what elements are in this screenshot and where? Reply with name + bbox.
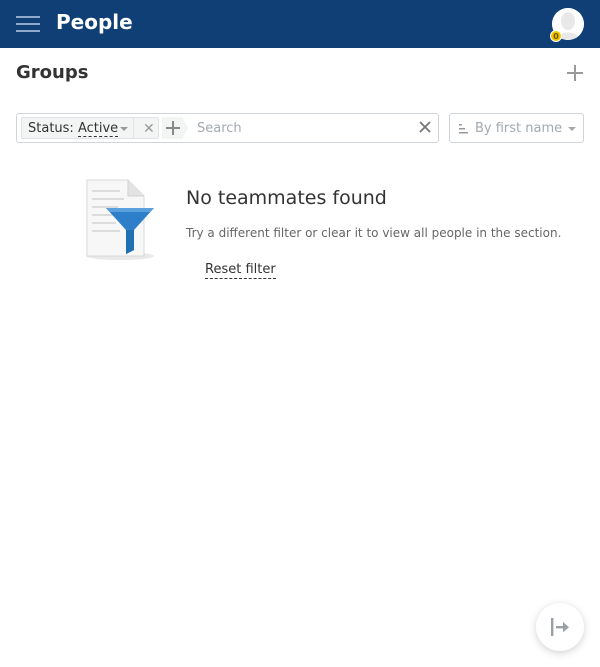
chip-label: Status: (28, 121, 74, 136)
chip-divider (133, 118, 134, 138)
sort-label: By first name (475, 121, 563, 136)
plus-icon (166, 121, 180, 135)
clear-search-button[interactable] (417, 119, 433, 135)
add-group-button[interactable] (566, 64, 584, 82)
section-title: Groups (16, 62, 89, 83)
logout-icon (551, 618, 569, 636)
close-icon (419, 121, 431, 133)
sort-icon (459, 124, 468, 134)
reset-filter-link[interactable]: Reset filter (205, 262, 276, 279)
top-header: People 0 (0, 0, 600, 48)
notification-badge: 0 (550, 30, 562, 42)
plus-icon (567, 65, 583, 81)
chip-text: Status: Active (28, 121, 119, 137)
close-icon[interactable]: ✕ (143, 122, 155, 136)
hamburger-icon[interactable] (16, 12, 40, 36)
filter-document-icon (86, 179, 154, 260)
filter-input-box: Status: Active ✕ (16, 113, 439, 143)
status-filter-chip[interactable]: Status: Active ✕ (21, 117, 159, 139)
empty-state-description: Try a different filter or clear it to vi… (186, 226, 562, 240)
chip-value[interactable]: Active (77, 121, 119, 137)
chevron-down-icon (568, 127, 576, 131)
empty-state-title: No teammates found (186, 187, 387, 209)
sort-dropdown[interactable]: By first name (449, 113, 584, 143)
chevron-down-icon[interactable] (120, 127, 128, 131)
logout-button[interactable] (536, 603, 584, 651)
search-input[interactable] (197, 118, 407, 138)
app-title: People (56, 10, 133, 34)
add-filter-button[interactable] (162, 117, 188, 139)
